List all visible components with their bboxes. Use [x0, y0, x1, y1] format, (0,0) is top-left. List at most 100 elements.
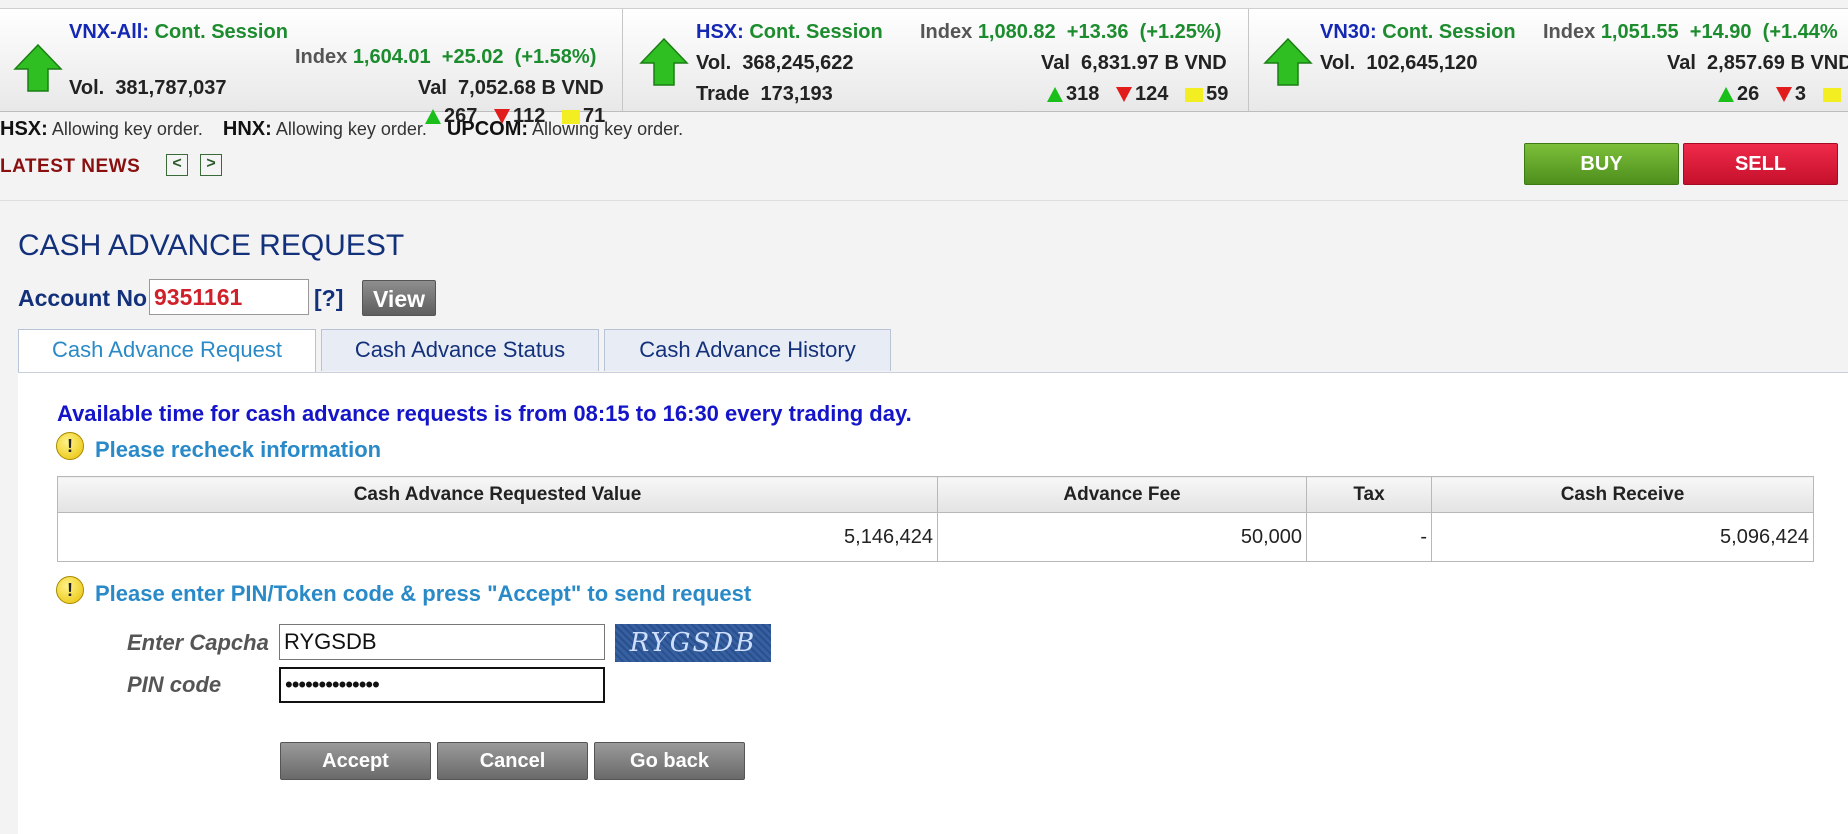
- warning-icon: !: [56, 576, 84, 604]
- index-change: +13.36: [1066, 21, 1129, 43]
- cell-cash-receive: 5,096,424: [1431, 512, 1814, 562]
- index-pct: (+1.25%): [1139, 21, 1222, 43]
- market-hsx[interactable]: HSX: Cont. Session Index 1,080.82 +13.36…: [623, 9, 1249, 111]
- unchanged-square-icon: [1822, 87, 1841, 102]
- trade-value: 173,193: [760, 83, 833, 105]
- vol-value: 381,787,037: [115, 77, 227, 99]
- decline-down-icon: [494, 109, 511, 125]
- val-label: Val: [1667, 52, 1696, 74]
- val-label: Val: [1041, 52, 1070, 74]
- cell-tax: -: [1306, 512, 1432, 562]
- index-change: +14.90: [1689, 21, 1752, 43]
- advance-count: 267: [444, 105, 478, 127]
- status-exchange: HNX:: [222, 118, 272, 140]
- news-next-button[interactable]: >: [200, 154, 222, 176]
- header-advance-fee: Advance Fee: [937, 476, 1307, 513]
- table-row: 5,146,424 50,000 - 5,096,424: [57, 512, 1814, 562]
- unchanged-square-icon: [561, 109, 580, 124]
- index-label: Index: [1543, 21, 1596, 43]
- unchanged-square-icon: [1185, 87, 1204, 102]
- page-title: CASH ADVANCE REQUEST: [18, 229, 405, 262]
- captcha-image: RYGSDB: [615, 624, 771, 662]
- accept-button[interactable]: Accept: [280, 742, 431, 780]
- pin-input[interactable]: [279, 667, 605, 703]
- account-label: Account No: [18, 285, 148, 311]
- news-prev-button[interactable]: <: [166, 154, 188, 176]
- help-link[interactable]: [?]: [314, 285, 343, 312]
- vol-value: 102,645,120: [1366, 52, 1478, 74]
- val-label: Val: [418, 77, 447, 99]
- pin-label: PIN code: [127, 672, 222, 697]
- recheck-notice: Please recheck information: [95, 437, 382, 462]
- green-up-arrow-icon: [13, 43, 63, 92]
- vol-label: Vol.: [696, 52, 732, 74]
- market-name: VNX-All: [69, 21, 143, 43]
- tab-cash-advance-status[interactable]: Cash Advance Status: [321, 329, 599, 371]
- decline-count: 112: [513, 105, 546, 127]
- val-value: 2,857.69 B VND: [1707, 52, 1848, 74]
- view-button[interactable]: View: [362, 280, 436, 316]
- captcha-input[interactable]: [279, 624, 605, 660]
- pin-instruction: Please enter PIN/Token code & press "Acc…: [95, 581, 752, 606]
- chevron-left-icon: <: [172, 155, 182, 172]
- trade-label: Trade: [696, 83, 750, 105]
- cell-advance-fee: 50,000: [937, 512, 1307, 562]
- index-label: Index: [295, 46, 348, 68]
- advance-count: 318: [1066, 83, 1100, 105]
- market-session: Cont. Session: [749, 21, 883, 43]
- cell-requested-value: 5,146,424: [57, 512, 938, 562]
- unchanged-count: 71: [582, 105, 606, 127]
- index-pct: (+1.44%: [1762, 21, 1838, 43]
- sell-button[interactable]: SELL: [1683, 143, 1838, 185]
- decline-down-icon: [1775, 87, 1792, 103]
- header-cash-receive: Cash Receive: [1431, 476, 1814, 513]
- index-change: +25.02: [441, 46, 504, 68]
- status-exchange: HSX:: [0, 118, 48, 140]
- latest-news-label: LATEST NEWS: [0, 156, 141, 177]
- advance-up-icon: [1047, 87, 1063, 103]
- market-session: Cont. Session: [1382, 21, 1516, 43]
- index-label: Index: [920, 21, 973, 43]
- green-up-arrow-icon: [1263, 37, 1313, 86]
- index-value: 1,604.01: [352, 46, 431, 68]
- go-back-button[interactable]: Go back: [594, 742, 745, 780]
- advance-count: 26: [1737, 83, 1760, 105]
- main-panel: CASH ADVANCE REQUEST Account No [?] View…: [0, 200, 1848, 834]
- header-tax: Tax: [1306, 476, 1432, 513]
- val-value: 7,052.68 B VND: [458, 77, 604, 99]
- advance-up-icon: [425, 109, 441, 125]
- tab-cash-advance-request[interactable]: Cash Advance Request: [18, 329, 316, 373]
- header-requested-value: Cash Advance Requested Value: [57, 476, 938, 513]
- market-ticker: VNX-All: Cont. Session Index 1,604.01 +2…: [0, 8, 1848, 112]
- market-vn30[interactable]: VN30: Cont. Session Index 1,051.55 +14.9…: [1249, 9, 1848, 111]
- buy-button[interactable]: BUY: [1524, 143, 1679, 185]
- market-name: HSX: [696, 21, 738, 43]
- vnx-breadth: 267 112 71: [425, 105, 605, 128]
- tab-content: Available time for cash advance requests…: [18, 372, 1848, 834]
- index-value: 1,080.82: [977, 21, 1056, 43]
- advance-summary-table: Cash Advance Requested Value Advance Fee…: [57, 476, 1814, 562]
- vol-label: Vol.: [69, 77, 105, 99]
- warning-icon: !: [56, 432, 84, 460]
- market-vnx-all[interactable]: VNX-All: Cont. Session Index 1,604.01 +2…: [0, 9, 623, 111]
- tab-cash-advance-history[interactable]: Cash Advance History: [604, 329, 891, 371]
- index-pct: (+1.58%): [514, 46, 597, 68]
- status-text: Allowing key order.: [275, 119, 427, 139]
- market-session: Cont. Session: [154, 21, 288, 43]
- market-name: VN30: [1320, 21, 1371, 43]
- account-input[interactable]: [149, 279, 309, 315]
- val-value: 6,831.97 B VND: [1081, 52, 1227, 74]
- decline-down-icon: [1116, 87, 1133, 103]
- advance-up-icon: [1718, 87, 1734, 103]
- status-text: Allowing key order.: [51, 119, 203, 139]
- green-up-arrow-icon: [639, 37, 689, 86]
- captcha-label: Enter Capcha: [127, 630, 269, 655]
- vol-label: Vol.: [1320, 52, 1356, 74]
- decline-count: 124: [1135, 83, 1169, 105]
- unchanged-count: 59: [1206, 83, 1229, 105]
- cancel-button[interactable]: Cancel: [437, 742, 588, 780]
- index-value: 1,051.55: [1600, 21, 1679, 43]
- decline-count: 3: [1794, 83, 1807, 105]
- vol-value: 368,245,622: [742, 52, 854, 74]
- chevron-right-icon: >: [206, 155, 216, 172]
